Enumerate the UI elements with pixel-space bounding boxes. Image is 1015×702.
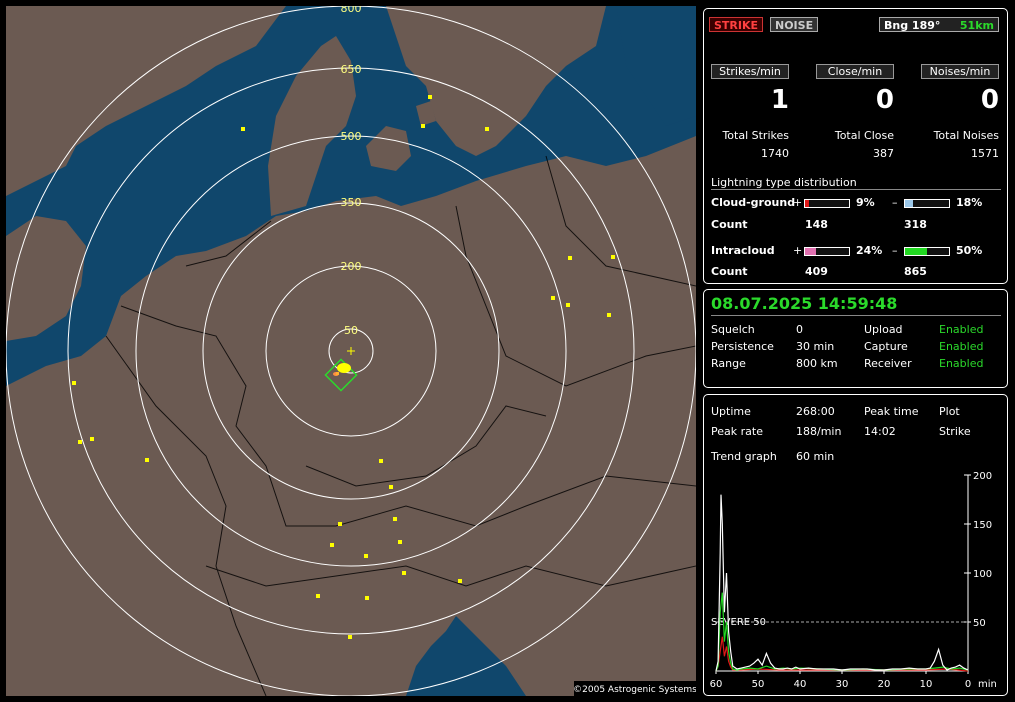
range-label: Range — [711, 357, 746, 370]
ic-minus-sign: – — [892, 244, 898, 257]
datetime-display: 08.07.2025 14:59:48 — [711, 294, 898, 313]
range-label-200: 200 — [341, 260, 362, 273]
intracloud-label: Intracloud — [711, 244, 775, 257]
trend-panel: Uptime 268:00 Peak time Plot Peak rate 1… — [703, 394, 1008, 696]
trend-series-line — [715, 636, 969, 672]
capture-label: Capture — [864, 340, 908, 353]
copyright-text: ©2005 Astrogenic Systems — [573, 685, 696, 695]
plot-label: Plot — [939, 405, 960, 418]
ic-minus-percent: 50% — [956, 244, 983, 257]
total-close-label: Total Close — [834, 129, 894, 142]
noise-indicator[interactable]: NOISE — [770, 17, 819, 32]
ic-plus-percent: 24% — [856, 244, 883, 257]
cg-count-label: Count — [711, 218, 748, 231]
range-label-350: 350 — [341, 196, 362, 209]
upload-label: Upload — [864, 323, 903, 336]
peak-time-label: Peak time — [864, 405, 919, 418]
trend-graph-value[interactable]: 60 min — [796, 450, 834, 463]
squelch-label: Squelch — [711, 323, 755, 336]
total-strikes-value: 1740 — [761, 147, 789, 160]
peak-time-value: 14:02 — [864, 425, 896, 438]
trend-x-tick-label: 30 — [836, 679, 849, 690]
trend-x-tick-label: 50 — [752, 679, 765, 690]
trend-y-tick-label: 200 — [973, 471, 992, 482]
bearing-label: Bng 189° — [884, 19, 941, 32]
cloud-ground-label: Cloud-ground — [711, 196, 796, 209]
cg-minus-sign: – — [892, 196, 898, 209]
strikes-per-min-value: 1 — [770, 85, 789, 115]
trend-y-tick-label: 150 — [973, 520, 992, 531]
total-strikes-label: Total Strikes — [722, 129, 789, 142]
trend-series-line — [715, 494, 969, 672]
trend-series-line — [715, 592, 969, 672]
upload-value[interactable]: Enabled — [939, 323, 983, 336]
total-close-value: 387 — [873, 147, 894, 160]
cg-plus-percent: 9% — [856, 196, 875, 209]
ic-plus-count: 409 — [805, 265, 828, 278]
divider — [711, 315, 1001, 316]
trend-graph-label: Trend graph — [711, 450, 777, 463]
bearing-display: Bng 189° 51km — [879, 17, 999, 32]
trend-x-tick-label: 0 — [965, 679, 971, 690]
trend-x-tick-label: 20 — [878, 679, 891, 690]
strike-map[interactable]: 800 650 500 350 200 50 ©2005 Astrogenic … — [6, 6, 696, 696]
receiver-value[interactable]: Enabled — [939, 357, 983, 370]
total-noises-label: Total Noises — [933, 129, 999, 142]
counter-panel: STRIKE NOISE Bng 189° 51km Strikes/min C… — [703, 8, 1008, 284]
peak-rate-label: Peak rate — [711, 425, 763, 438]
range-label-650: 650 — [341, 63, 362, 76]
range-label-50: 50 — [344, 324, 358, 337]
uptime-label: Uptime — [711, 405, 751, 418]
trend-graph: 2001501005060 50 40 30 20 10 0 minSEVERE 50 — [710, 471, 997, 690]
cg-plus-sign: + — [793, 196, 803, 209]
uptime-value: 268:00 — [796, 405, 835, 418]
range-label-500: 500 — [341, 130, 362, 143]
strikes-per-min-label[interactable]: Strikes/min — [711, 64, 789, 79]
capture-value[interactable]: Enabled — [939, 340, 983, 353]
peak-rate-value: 188/min — [796, 425, 842, 438]
close-per-min-value: 0 — [875, 85, 894, 115]
plot-value[interactable]: Strike — [939, 425, 971, 438]
noises-per-min-label[interactable]: Noises/min — [921, 64, 999, 79]
noises-per-min-value: 0 — [980, 85, 999, 115]
range-value[interactable]: 800 km — [796, 357, 838, 370]
trend-y-tick-label: 50 — [973, 618, 986, 629]
range-label-800: 800 — [341, 6, 362, 15]
persistence-label: Persistence — [711, 340, 774, 353]
trend-x-tick-label: 40 — [794, 679, 807, 690]
divider — [711, 189, 1001, 190]
ic-minus-bar — [904, 247, 950, 256]
close-per-min-label[interactable]: Close/min — [816, 64, 894, 79]
cg-minus-percent: 18% — [956, 196, 983, 209]
ic-count-label: Count — [711, 265, 748, 278]
cg-plus-bar — [804, 199, 850, 208]
trend-x-tick-label: 10 — [920, 679, 933, 690]
trend-x-tick-label: 60 — [710, 679, 723, 690]
trend-x-axis-label: min — [978, 679, 997, 690]
cg-minus-count: 318 — [904, 218, 927, 231]
ic-minus-count: 865 — [904, 265, 927, 278]
status-panel: 08.07.2025 14:59:48 Squelch 0 Upload Ena… — [703, 289, 1008, 388]
ic-plus-sign: + — [793, 244, 803, 257]
total-noises-value: 1571 — [971, 147, 999, 160]
strike-indicator[interactable]: STRIKE — [709, 17, 764, 32]
cg-minus-bar — [904, 199, 950, 208]
distribution-title: Lightning type distribution — [711, 176, 857, 189]
persistence-value[interactable]: 30 min — [796, 340, 834, 353]
distance-label: 51km — [959, 19, 994, 32]
trend-y-tick-label: 100 — [973, 569, 992, 580]
squelch-value[interactable]: 0 — [796, 323, 803, 336]
receiver-label: Receiver — [864, 357, 912, 370]
cg-plus-count: 148 — [805, 218, 828, 231]
ic-plus-bar — [804, 247, 850, 256]
